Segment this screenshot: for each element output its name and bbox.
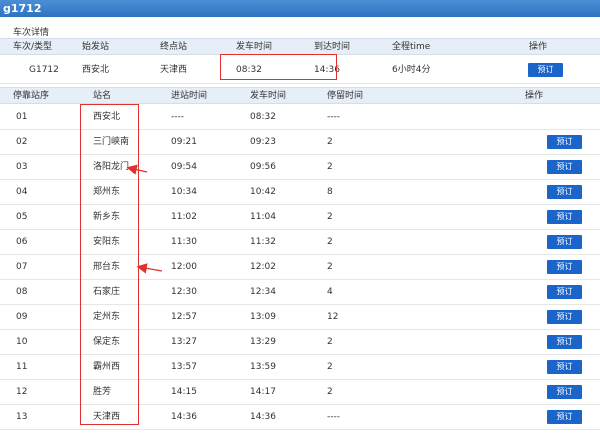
origin-station: 西安北 [82, 65, 110, 75]
stop-arrive-time: 13:27 [171, 337, 197, 347]
stop-stay-time: 2 [327, 337, 333, 347]
stop-seq: 05 [16, 212, 28, 222]
stop-arrive-time: 14:36 [171, 412, 197, 422]
header-seq: 停靠站序 [13, 91, 50, 101]
book-button[interactable]: 预订 [528, 63, 563, 77]
header-depart-time: 发车时间 [236, 42, 273, 52]
stop-stay-time: 2 [327, 237, 333, 247]
header-train-type: 车次/类型 [13, 42, 53, 52]
stop-seq: 04 [16, 187, 28, 197]
stop-depart-time: 11:32 [250, 237, 276, 247]
section-title: 车次详情 [13, 28, 50, 38]
stop-depart-time: 12:34 [250, 287, 276, 297]
book-button[interactable]: 预订 [547, 360, 582, 374]
stop-arrive-time: 12:57 [171, 312, 197, 322]
header-action: 操作 [529, 42, 548, 52]
stop-arrive-time: 12:30 [171, 287, 197, 297]
header-station: 站名 [93, 91, 112, 101]
stop-stay-time: 2 [327, 137, 333, 147]
stop-seq: 11 [16, 362, 28, 372]
book-button[interactable]: 预订 [547, 285, 582, 299]
header-terminal: 终点站 [160, 42, 188, 52]
stop-seq: 09 [16, 312, 28, 322]
summary-header: 车次/类型 始发站 终点站 发车时间 到达时间 全程time 操作 [0, 38, 600, 55]
stop-depart-time: 09:56 [250, 162, 276, 172]
stop-depart-time: 14:36 [250, 412, 276, 422]
book-button[interactable]: 预订 [547, 260, 582, 274]
stop-seq: 13 [16, 412, 28, 422]
stop-depart-time: 14:17 [250, 387, 276, 397]
stop-stay-time: 2 [327, 387, 333, 397]
book-button[interactable]: 预订 [547, 335, 582, 349]
stop-arrive-time: 14:15 [171, 387, 197, 397]
stop-arrive-time: 10:34 [171, 187, 197, 197]
stop-seq: 02 [16, 137, 28, 147]
duration: 6小时4分 [392, 65, 431, 75]
stop-stay-time: 2 [327, 262, 333, 272]
stop-seq: 06 [16, 237, 28, 247]
stop-seq: 10 [16, 337, 28, 347]
stop-seq: 03 [16, 162, 28, 172]
book-button[interactable]: 预订 [547, 235, 582, 249]
book-button[interactable]: 预订 [547, 310, 582, 324]
train-number: G1712 [29, 65, 59, 75]
stop-stay-time: 2 [327, 162, 333, 172]
terminal-station: 天津西 [160, 65, 188, 75]
header-duration: 全程time [392, 42, 431, 52]
stop-arrive-time: ---- [171, 112, 184, 122]
stop-arrive-time: 11:30 [171, 237, 197, 247]
stop-depart-time: 08:32 [250, 112, 276, 122]
stop-stay-time: 8 [327, 187, 333, 197]
book-button[interactable]: 预订 [547, 160, 582, 174]
book-button[interactable]: 预订 [547, 410, 582, 424]
book-button[interactable]: 预订 [547, 185, 582, 199]
stop-seq: 12 [16, 387, 28, 397]
window-title: g1712 [0, 0, 600, 17]
stop-depart-time: 13:29 [250, 337, 276, 347]
stop-depart-time: 09:23 [250, 137, 276, 147]
stop-depart-time: 12:02 [250, 262, 276, 272]
stop-stay-time: ---- [327, 412, 340, 422]
stops-header: 停靠站序 站名 进站时间 发车时间 停留时间 操作 [0, 87, 600, 104]
stop-depart-time: 11:04 [250, 212, 276, 222]
header-arrive-time: 到达时间 [314, 42, 351, 52]
book-button[interactable]: 预订 [547, 135, 582, 149]
book-button[interactable]: 预订 [547, 210, 582, 224]
stop-seq: 07 [16, 262, 28, 272]
stop-stay-time: 2 [327, 212, 333, 222]
stop-arrive-time: 09:21 [171, 137, 197, 147]
book-button[interactable]: 预订 [547, 385, 582, 399]
stop-seq: 08 [16, 287, 28, 297]
header-origin: 始发站 [82, 42, 110, 52]
annotation-time-box [220, 54, 337, 80]
stop-stay-time: ---- [327, 112, 340, 122]
stop-stay-time: 2 [327, 362, 333, 372]
stop-stay-time: 4 [327, 287, 333, 297]
stop-arrive-time: 09:54 [171, 162, 197, 172]
header-action: 操作 [525, 91, 544, 101]
header-depart: 发车时间 [250, 91, 287, 101]
stop-stay-time: 12 [327, 312, 339, 322]
stop-arrive-time: 13:57 [171, 362, 197, 372]
stop-arrive-time: 12:00 [171, 262, 197, 272]
stop-depart-time: 13:09 [250, 312, 276, 322]
stop-depart-time: 13:59 [250, 362, 276, 372]
stop-seq: 01 [16, 112, 28, 122]
header-arrive: 进站时间 [171, 91, 208, 101]
header-stay: 停留时间 [327, 91, 364, 101]
stop-arrive-time: 11:02 [171, 212, 197, 222]
stop-depart-time: 10:42 [250, 187, 276, 197]
annotation-station-box [80, 104, 139, 425]
